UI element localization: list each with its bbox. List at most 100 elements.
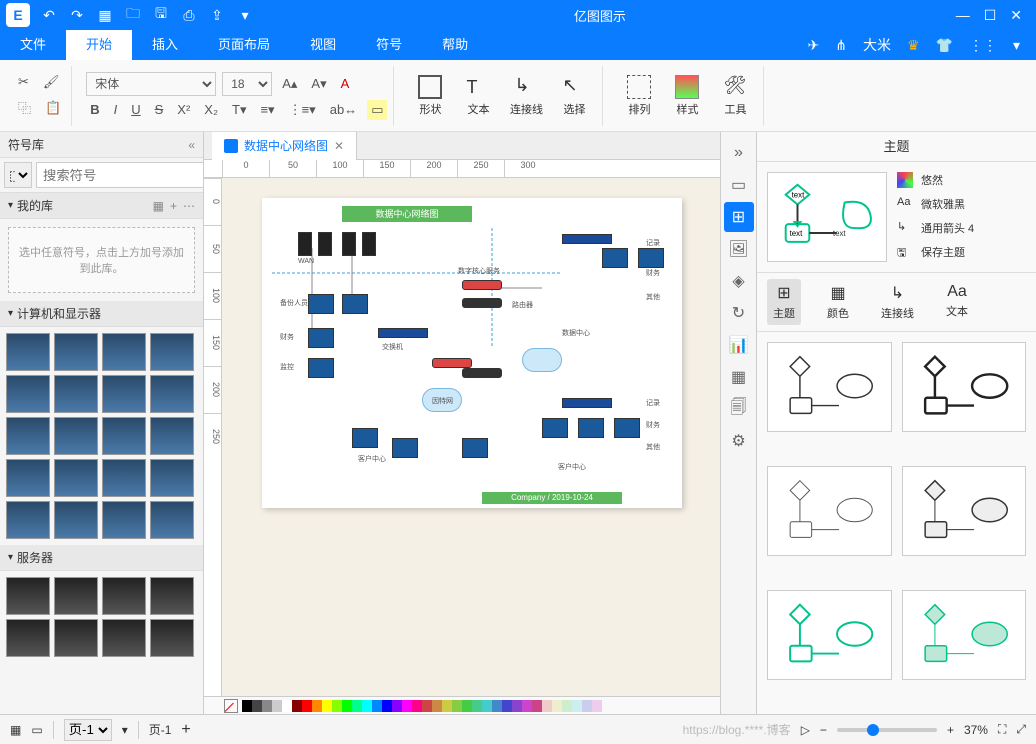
color-swatch[interactable] [502, 700, 512, 712]
diagram-page[interactable]: 数据中心网络图 WAN [262, 198, 682, 508]
firewall-node[interactable] [432, 358, 472, 368]
subtab-connector[interactable]: ↳连接线 [875, 279, 920, 325]
bold-button[interactable]: B [86, 100, 103, 119]
pc-node[interactable] [308, 328, 334, 348]
symbol-thumb[interactable] [102, 333, 146, 371]
lib-grid-icon[interactable]: ▦ [153, 199, 164, 213]
color-swatch[interactable] [452, 700, 462, 712]
print-button[interactable]: ⎙ [176, 2, 202, 28]
theme-option[interactable] [902, 342, 1027, 432]
select-tool[interactable]: ↖选择 [552, 75, 596, 117]
bullet-list-button[interactable]: ≡▾ [256, 100, 278, 120]
color-swatch[interactable] [462, 700, 472, 712]
mylib-section[interactable]: 我的库 ▦+⋯ [0, 193, 203, 219]
tab-symbol[interactable]: 符号 [356, 30, 422, 60]
number-list-button[interactable]: ⋮≡▾ [285, 100, 320, 120]
color-swatch[interactable] [392, 700, 402, 712]
symbol-thumb[interactable] [6, 417, 50, 455]
pc-node[interactable] [308, 294, 334, 314]
add-page-button[interactable]: + [181, 721, 190, 739]
theme-option[interactable] [767, 342, 892, 432]
router-node[interactable] [462, 298, 502, 308]
pc-node[interactable] [602, 248, 628, 268]
symbol-thumb[interactable] [150, 333, 194, 371]
text-tool[interactable]: T文本 [456, 75, 500, 117]
cloud-node[interactable] [522, 348, 562, 372]
server-node[interactable] [362, 232, 376, 256]
server-node[interactable] [342, 232, 356, 256]
apps-icon[interactable]: ⋮⋮ [969, 37, 997, 54]
expand-right-icon[interactable]: » [724, 138, 754, 168]
close-button[interactable]: ✕ [1010, 7, 1022, 24]
color-swatch[interactable] [272, 700, 282, 712]
redo-button[interactable]: ↷ [64, 2, 90, 28]
symbol-thumb[interactable] [102, 375, 146, 413]
symbol-thumb[interactable] [150, 501, 194, 539]
rail-history-icon[interactable]: ↻ [724, 298, 754, 328]
color-swatch[interactable] [312, 700, 322, 712]
symbol-thumb[interactable] [150, 417, 194, 455]
undo-button[interactable]: ↶ [36, 2, 62, 28]
text-direction-button[interactable]: ab↔ [326, 100, 361, 119]
rail-format-icon[interactable]: ▭ [724, 170, 754, 200]
text-case-button[interactable]: T▾ [228, 100, 250, 120]
connector-tool[interactable]: ↳连接线 [504, 75, 548, 117]
canvas-area[interactable]: 数据中心网络图 WAN [222, 178, 720, 696]
paste-button[interactable]: 📋 [41, 98, 65, 118]
document-tab[interactable]: 数据中心网络图 ✕ [212, 132, 357, 160]
pc-node[interactable] [614, 418, 640, 438]
app-logo[interactable]: E [6, 3, 30, 27]
color-swatch[interactable] [412, 700, 422, 712]
color-swatch[interactable] [322, 700, 332, 712]
font-shrink-button[interactable]: A▾ [307, 74, 330, 94]
color-swatch[interactable] [572, 700, 582, 712]
theme-icon[interactable]: 👕 [936, 37, 953, 54]
pc-node[interactable] [308, 358, 334, 378]
color-swatch[interactable] [422, 700, 432, 712]
zoom-out-button[interactable]: − [820, 723, 827, 737]
lib-more-icon[interactable]: ⋯ [183, 199, 195, 213]
rail-table-icon[interactable]: ▦ [724, 362, 754, 392]
pc-node[interactable] [392, 438, 418, 458]
color-swatch[interactable] [482, 700, 492, 712]
theme-option[interactable] [902, 466, 1027, 556]
symbol-thumb[interactable] [102, 619, 146, 657]
symbol-thumb[interactable] [150, 619, 194, 657]
pc-node[interactable] [542, 418, 568, 438]
theme-option[interactable] [767, 466, 892, 556]
rail-clip-icon[interactable]: 🗐 [724, 394, 754, 424]
symbol-thumb[interactable] [150, 375, 194, 413]
lib-add-icon[interactable]: + [170, 199, 177, 213]
tab-file[interactable]: 文件 [0, 30, 66, 60]
tab-start[interactable]: 开始 [66, 30, 132, 60]
color-swatch[interactable] [282, 700, 292, 712]
color-swatch[interactable] [382, 700, 392, 712]
computer-section[interactable]: 计算机和显示器 [0, 301, 203, 327]
fullscreen-icon[interactable]: ⤢ [1016, 722, 1026, 737]
arrange-tool[interactable]: 排列 [617, 75, 661, 117]
format-painter-button[interactable]: 🖌 [39, 72, 64, 92]
color-swatch[interactable] [432, 700, 442, 712]
save-theme-button[interactable]: 🖫保存主题 [897, 244, 1026, 260]
save-button[interactable]: 🖫 [148, 2, 174, 28]
server-node[interactable] [298, 232, 312, 256]
color-swatch[interactable] [542, 700, 552, 712]
symbol-thumb[interactable] [54, 501, 98, 539]
rail-layers-icon[interactable]: ◈ [724, 266, 754, 296]
color-swatch[interactable] [592, 700, 602, 712]
new-button[interactable]: ▦ [92, 2, 118, 28]
symbol-thumb[interactable] [6, 375, 50, 413]
color-swatch[interactable] [532, 700, 542, 712]
color-swatch[interactable] [262, 700, 272, 712]
font-grow-button[interactable]: A▴ [278, 74, 301, 94]
tab-view[interactable]: 视图 [290, 30, 356, 60]
pc-node[interactable] [638, 248, 664, 268]
subtab-text[interactable]: Aa文本 [940, 279, 974, 325]
rail-image-icon[interactable]: 🖼 [724, 234, 754, 264]
symbol-thumb[interactable] [6, 501, 50, 539]
color-swatch[interactable] [552, 700, 562, 712]
color-swatch-bar[interactable] [204, 696, 720, 714]
symbol-thumb[interactable] [6, 577, 50, 615]
collapse-left-icon[interactable]: « [188, 138, 195, 152]
router-node[interactable] [462, 368, 502, 378]
